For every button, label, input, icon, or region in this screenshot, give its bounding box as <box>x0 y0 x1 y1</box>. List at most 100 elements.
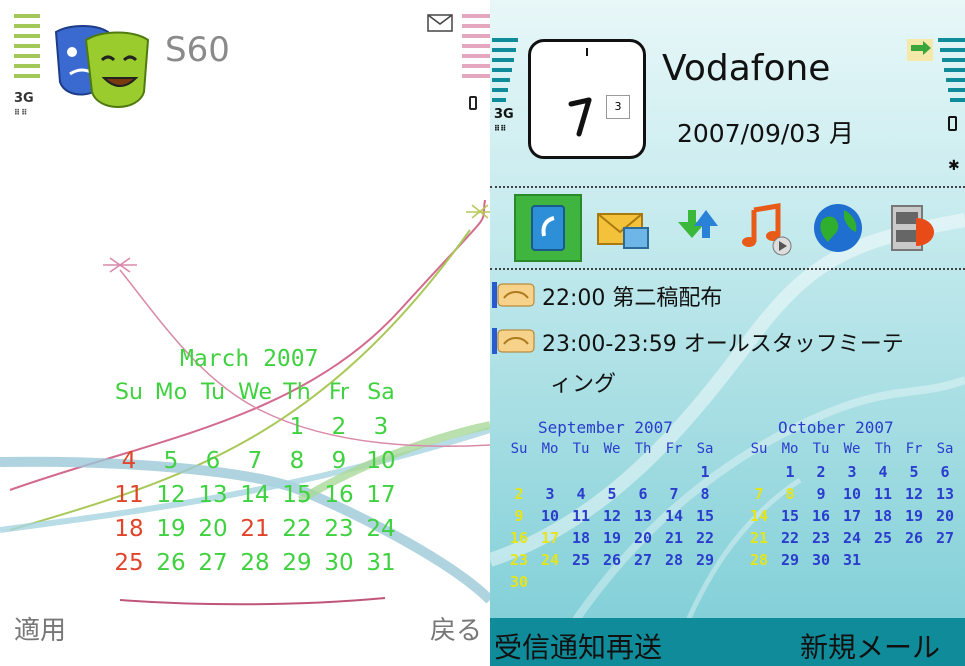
calendar-day[interactable]: 24 <box>360 516 402 542</box>
calendar-day[interactable]: 3 <box>360 414 402 440</box>
calendar-day[interactable]: 3 <box>841 463 863 481</box>
calendar-day[interactable]: 9 <box>810 485 832 503</box>
calendar-day[interactable]: 1 <box>694 463 716 481</box>
calendar-day[interactable]: 5 <box>150 448 192 474</box>
back-softkey[interactable]: 戻る <box>430 610 482 647</box>
calendar-day[interactable]: 21 <box>234 516 276 542</box>
calendar-day[interactable]: 27 <box>192 550 234 576</box>
apply-softkey[interactable]: 適用 <box>14 610 66 647</box>
calendar-day[interactable]: 3 <box>539 485 561 503</box>
calendar-day[interactable]: 23 <box>508 551 530 569</box>
calendar-day[interactable]: 20 <box>934 507 956 525</box>
calendar-day[interactable]: 27 <box>934 529 956 547</box>
calendar-day[interactable]: 19 <box>150 516 192 542</box>
calendar-day[interactable]: 23 <box>810 529 832 547</box>
calendar-day[interactable]: 29 <box>779 551 801 569</box>
resend-notification-softkey[interactable]: 受信通知再送 <box>494 626 662 666</box>
calendar-day[interactable]: 27 <box>632 551 654 569</box>
calendar-day[interactable]: 7 <box>663 485 685 503</box>
calendar-day[interactable]: 18 <box>108 516 150 542</box>
calendar-day[interactable]: 25 <box>570 551 592 569</box>
calendar-day[interactable]: 25 <box>872 529 894 547</box>
calendar-day[interactable]: 11 <box>108 482 150 508</box>
calendar-day[interactable]: 17 <box>539 529 561 547</box>
download-icon[interactable] <box>664 196 728 260</box>
calendar-day[interactable]: 22 <box>276 516 318 542</box>
calendar-day[interactable]: 2 <box>318 414 360 440</box>
calendar-day[interactable]: 4 <box>570 485 592 503</box>
calendar-day[interactable]: 5 <box>903 463 925 481</box>
calendar-day[interactable]: 21 <box>748 529 770 547</box>
calendar-day[interactable]: 13 <box>192 482 234 508</box>
calendar-day[interactable]: 9 <box>508 507 530 525</box>
calendar-day[interactable]: 2 <box>810 463 832 481</box>
calendar-day[interactable]: 26 <box>601 551 623 569</box>
calendar-day[interactable]: 10 <box>841 485 863 503</box>
calendar-day[interactable]: 6 <box>632 485 654 503</box>
calendar-day[interactable]: 16 <box>508 529 530 547</box>
new-mail-softkey[interactable]: 新規メール <box>800 626 940 666</box>
calendar-day[interactable]: 28 <box>234 550 276 576</box>
calendar-day[interactable]: 2 <box>508 485 530 503</box>
calendar-day[interactable]: 14 <box>663 507 685 525</box>
calendar-day[interactable]: 8 <box>276 448 318 474</box>
calendar-day[interactable]: 13 <box>934 485 956 503</box>
calendar-day[interactable]: 10 <box>539 507 561 525</box>
calendar-day[interactable]: 21 <box>663 529 685 547</box>
calendar-day[interactable]: 25 <box>108 550 150 576</box>
calendar-day[interactable]: 8 <box>694 485 716 503</box>
contacts-icon[interactable] <box>516 196 580 260</box>
calendar-day[interactable]: 11 <box>570 507 592 525</box>
calendar-day[interactable]: 17 <box>841 507 863 525</box>
calendar-day[interactable]: 30 <box>508 573 530 591</box>
calendar-day[interactable]: 26 <box>150 550 192 576</box>
calendar-day[interactable]: 28 <box>663 551 685 569</box>
calendar-day[interactable]: 22 <box>779 529 801 547</box>
calendar-day[interactable]: 14 <box>748 507 770 525</box>
calendar-day[interactable]: 11 <box>872 485 894 503</box>
calendar-day[interactable]: 23 <box>318 516 360 542</box>
calendar-day[interactable]: 15 <box>779 507 801 525</box>
calendar-day[interactable]: 29 <box>694 551 716 569</box>
calendar-day[interactable]: 31 <box>841 551 863 569</box>
calendar-day[interactable]: 20 <box>632 529 654 547</box>
messaging-icon[interactable] <box>590 196 654 260</box>
calendar-day[interactable]: 28 <box>748 551 770 569</box>
calendar-day[interactable]: 10 <box>360 448 402 474</box>
calendar-day[interactable]: 12 <box>903 485 925 503</box>
calendar-event[interactable]: 23:00-23:59 オールスタッフミーテ <box>542 326 904 358</box>
calendar-day[interactable]: 7 <box>234 448 276 474</box>
calendar-event[interactable]: 22:00 第二稿配布 <box>542 280 722 312</box>
calendar-day[interactable]: 18 <box>872 507 894 525</box>
calendar-day[interactable]: 24 <box>539 551 561 569</box>
calendar-day[interactable]: 12 <box>601 507 623 525</box>
calendar-day[interactable]: 8 <box>779 485 801 503</box>
calendar-day[interactable]: 13 <box>632 507 654 525</box>
calendar-day[interactable]: 26 <box>903 529 925 547</box>
calendar-day[interactable]: 17 <box>360 482 402 508</box>
calendar-day[interactable]: 4 <box>108 448 150 474</box>
calendar-day[interactable]: 7 <box>748 485 770 503</box>
calendar-day[interactable]: 15 <box>694 507 716 525</box>
calendar-day[interactable]: 19 <box>601 529 623 547</box>
calendar-day[interactable]: 29 <box>276 550 318 576</box>
calendar-day[interactable]: 1 <box>779 463 801 481</box>
calendar-day[interactable]: 30 <box>318 550 360 576</box>
video-icon[interactable] <box>882 196 946 260</box>
calendar-day[interactable]: 18 <box>570 529 592 547</box>
calendar-day[interactable]: 22 <box>694 529 716 547</box>
calendar-day[interactable]: 6 <box>934 463 956 481</box>
calendar-day[interactable]: 5 <box>601 485 623 503</box>
calendar-day[interactable]: 6 <box>192 448 234 474</box>
calendar-day[interactable]: 19 <box>903 507 925 525</box>
calendar-day[interactable]: 16 <box>318 482 360 508</box>
calendar-day[interactable]: 9 <box>318 448 360 474</box>
calendar-day[interactable]: 20 <box>192 516 234 542</box>
calendar-day[interactable]: 4 <box>872 463 894 481</box>
calendar-day[interactable]: 15 <box>276 482 318 508</box>
calendar-day[interactable]: 14 <box>234 482 276 508</box>
calendar-day[interactable]: 16 <box>810 507 832 525</box>
calendar-day[interactable]: 31 <box>360 550 402 576</box>
music-icon[interactable] <box>734 196 798 260</box>
calendar-day[interactable]: 1 <box>276 414 318 440</box>
